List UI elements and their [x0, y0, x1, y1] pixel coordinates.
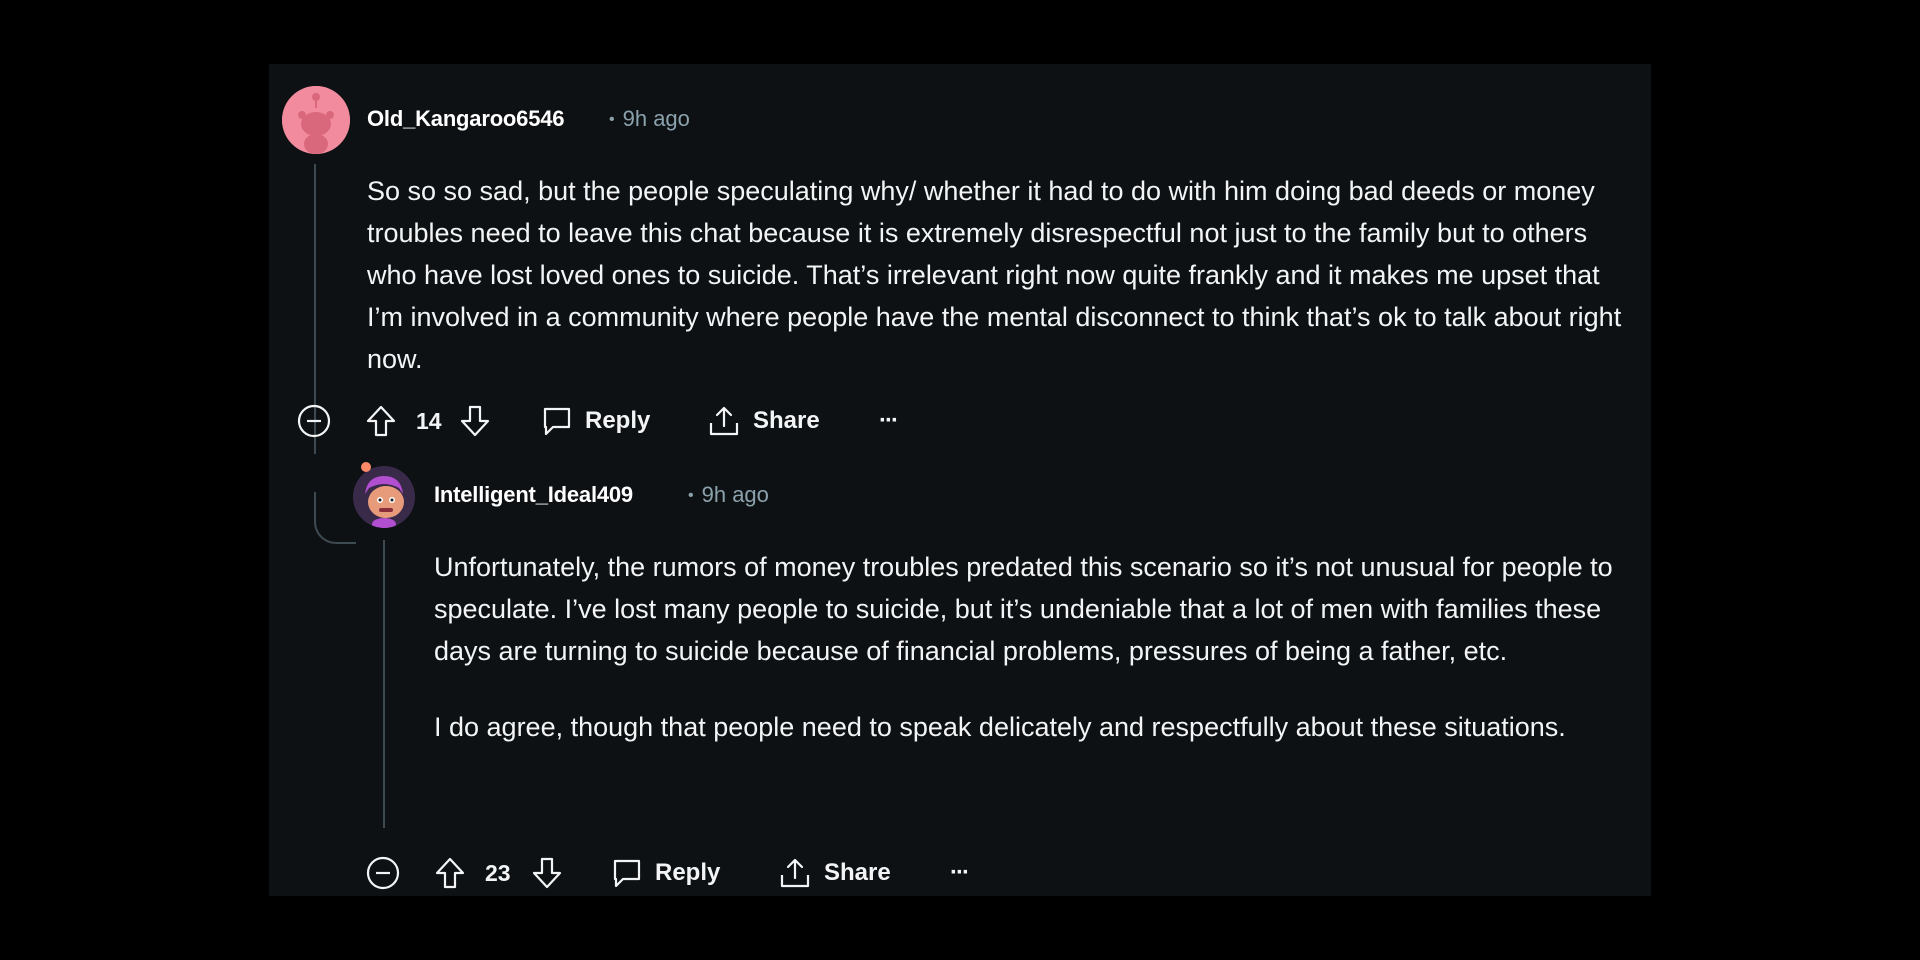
upvote-arrow-icon [365, 404, 397, 438]
comment-thread-panel: Old_Kangaroo6546 • 9h ago So so so sad, b… [269, 64, 1651, 896]
share-upload-icon [707, 405, 741, 437]
upvote-button[interactable] [434, 853, 466, 893]
share-button[interactable]: Share [707, 401, 820, 441]
more-options-icon: ··· [950, 859, 970, 886]
online-status-dot [361, 462, 371, 472]
meta-separator: • [609, 111, 615, 128]
share-upload-icon [778, 857, 812, 889]
collapse-minus-icon [366, 856, 400, 890]
downvote-button[interactable] [531, 853, 563, 893]
comment-paragraph: I do agree, though that people need to s… [434, 712, 1566, 742]
vote-count: 23 [485, 860, 511, 886]
snoo-avatar-icon [282, 86, 350, 154]
share-label: Share [753, 407, 820, 434]
thread-line[interactable] [383, 540, 385, 828]
downvote-arrow-icon [459, 404, 491, 438]
comment-timestamp: • 9h ago [609, 106, 690, 132]
more-options-button[interactable]: ··· [950, 853, 970, 893]
comment-username[interactable]: Old_Kangaroo6546 [367, 106, 565, 132]
more-options-icon: ··· [879, 407, 899, 434]
reply-connector [314, 492, 356, 544]
reply-button[interactable]: Reply [541, 401, 650, 441]
collapse-button[interactable] [366, 853, 400, 893]
downvote-button[interactable] [459, 401, 491, 441]
comment-bubble-icon [611, 857, 643, 889]
avatar[interactable] [282, 86, 350, 154]
collapse-button[interactable] [297, 401, 331, 441]
comment-paragraph: Unfortunately, the rumors of money troub… [434, 552, 1613, 666]
reply-button[interactable]: Reply [611, 853, 720, 893]
meta-separator: • [688, 487, 694, 504]
upvote-button[interactable] [365, 401, 397, 441]
reply-label: Reply [655, 859, 721, 886]
time-ago: 9h ago [701, 482, 769, 507]
comment-paragraph: So so so sad, but the people speculating… [367, 176, 1622, 374]
avatar[interactable] [353, 466, 415, 528]
share-button[interactable]: Share [778, 853, 891, 893]
collapse-minus-icon [297, 404, 331, 438]
share-label: Share [824, 859, 891, 886]
vote-count: 14 [416, 408, 442, 434]
comment-username[interactable]: Intelligent_Ideal409 [434, 482, 633, 508]
time-ago: 9h ago [622, 106, 690, 131]
comment-body: So so so sad, but the people speculating… [367, 170, 1635, 380]
comment-body: Unfortunately, the rumors of money troub… [434, 546, 1630, 748]
comment-timestamp: • 9h ago [688, 482, 769, 508]
snoo-avatar-icon [353, 466, 415, 528]
downvote-arrow-icon [531, 856, 563, 890]
comment-bubble-icon [541, 405, 573, 437]
more-options-button[interactable]: ··· [879, 401, 899, 441]
upvote-arrow-icon [434, 856, 466, 890]
reply-label: Reply [585, 407, 651, 434]
